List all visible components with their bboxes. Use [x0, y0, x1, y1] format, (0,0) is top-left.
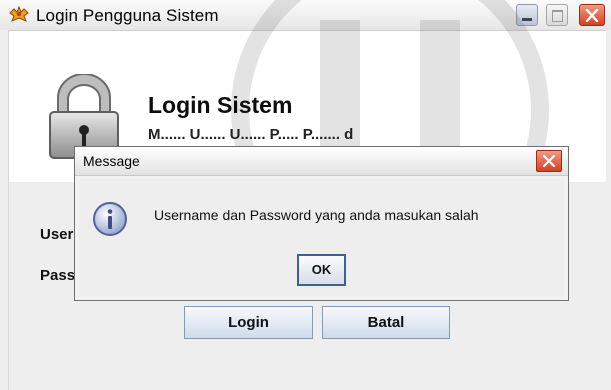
window-title: Login Pengguna Sistem — [36, 6, 219, 25]
close-icon — [585, 9, 599, 22]
window-titlebar[interactable]: Login Pengguna Sistem — [0, 0, 611, 31]
close-button[interactable] — [579, 4, 605, 26]
login-window: Login Pengguna Sistem Login Sistem M....… — [0, 0, 611, 390]
window-frame-right — [606, 30, 611, 390]
page-title: Login Sistem — [148, 92, 293, 118]
login-button[interactable]: Login — [184, 306, 313, 339]
page-subtitle: M...... U...... U...... P..... P....... … — [148, 126, 354, 143]
dialog-close-button[interactable] — [536, 150, 562, 172]
app-icon — [9, 5, 29, 22]
cancel-button[interactable]: Batal — [322, 306, 450, 339]
window-frame-left — [0, 30, 9, 390]
ok-button[interactable]: OK — [297, 254, 346, 286]
dialog-message: Username dan Password yang anda masukan … — [154, 207, 479, 223]
dialog-body: Username dan Password yang anda masukan … — [79, 179, 564, 297]
dialog-titlebar[interactable]: Message — [75, 147, 568, 176]
message-dialog: Message Username dan Password yang anda … — [74, 146, 569, 301]
maximize-button[interactable] — [546, 4, 568, 26]
minimize-button[interactable] — [516, 4, 538, 26]
info-icon — [93, 202, 127, 236]
close-icon — [542, 154, 556, 168]
dialog-title: Message — [83, 153, 140, 169]
